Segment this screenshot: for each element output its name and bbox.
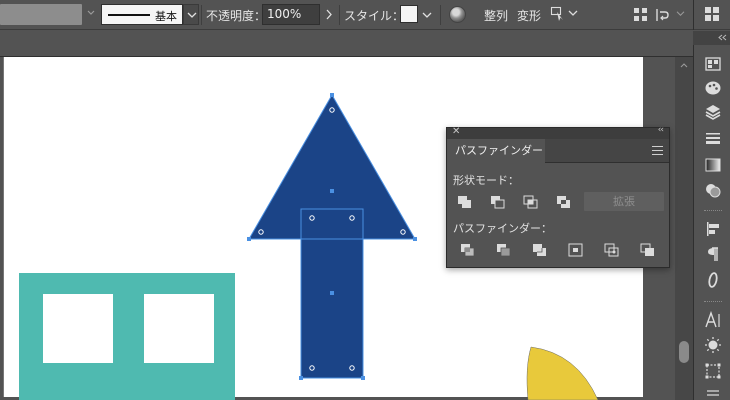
bounding-handle[interactable] [413,237,417,241]
panel-dock [693,45,730,400]
chevron-right-icon [326,9,332,20]
tab-pathfinder[interactable]: パスファインダー [447,139,545,163]
align-icon[interactable] [704,220,722,238]
panel-options-icon[interactable] [655,7,673,23]
trim-icon[interactable] [495,242,513,258]
double-chevron-left-icon [718,34,727,41]
transform-icon[interactable] [704,362,722,380]
intersect-icon[interactable] [522,194,540,210]
exclude-icon[interactable] [555,194,573,210]
center-point [330,291,334,295]
chevron-down-icon[interactable] [86,8,96,18]
center-point [330,189,334,193]
toolbar-divider [339,5,340,25]
control-bar: 基本 不透明度： 100% スタイル： 整列 変形 [0,0,730,30]
stroke-line-preview [108,14,150,16]
pathfinders-label: パスファインダー： [453,222,552,235]
layers-icon[interactable] [704,103,722,121]
chevron-down-icon[interactable] [568,9,578,17]
dock-group-separator [704,210,722,213]
illustrator-window: 基本 不透明度： 100% スタイル： 整列 変形 ✕ ‹‹ パスファインダー … [0,0,730,400]
anchor-point[interactable] [349,365,355,371]
chevron-down-icon[interactable] [676,10,685,17]
merge-icon[interactable] [531,242,549,258]
swatches-icon[interactable] [704,55,722,73]
toolbar-divider [440,5,441,25]
chevron-down-icon [422,12,432,18]
toolbar-divider [693,0,694,30]
expand-button[interactable]: 拡張 [584,192,664,211]
bounding-handle[interactable] [330,93,334,97]
divide-icon[interactable] [459,242,477,258]
vertical-scrollbar[interactable] [675,57,693,400]
anchor-point[interactable] [258,229,264,235]
scrollbar-thumb[interactable] [679,341,689,363]
recolor-artwork-icon[interactable] [449,6,466,23]
chevron-up-icon[interactable] [680,62,688,68]
stroke-profile-chevron[interactable] [183,4,199,25]
bounding-handle[interactable] [299,376,303,380]
minus-back-icon[interactable] [639,242,657,258]
arrange-documents-icon[interactable] [634,8,647,21]
panel-title-bar[interactable]: ✕ ‹‹ [447,125,669,139]
symbols-icon[interactable] [704,336,722,354]
fill-stroke-selector[interactable] [0,4,82,25]
paragraph-icon[interactable] [704,245,722,263]
close-icon[interactable]: ✕ [452,126,460,137]
stroke-icon[interactable] [704,129,722,147]
bounding-handle[interactable] [247,237,251,241]
panel-tab-row: パスファインダー [447,139,669,163]
stroke-profile-label: 基本 [155,10,177,23]
opacity-label[interactable]: 不透明度： [206,7,266,24]
toolbar-divider [201,5,202,25]
dock-group-separator [704,301,722,304]
teal-frame-window-right [144,294,214,363]
anchor-point[interactable] [309,215,315,221]
collapse-panel-icon[interactable]: ‹‹ [658,125,664,135]
opacity-slider-button[interactable] [321,4,337,25]
style-label: スタイル： [344,9,405,23]
anchor-point[interactable] [309,365,315,371]
graphic-style-swatch[interactable] [400,5,418,23]
gradient-icon[interactable] [704,156,722,174]
stroke-profile-dropdown[interactable]: 基本 [101,4,183,25]
workspace-switcher-icon[interactable] [704,6,720,22]
brushes-icon[interactable] [704,79,722,97]
anchor-point[interactable] [349,215,355,221]
minus-front-icon[interactable] [489,194,507,210]
align-button[interactable]: 整列 [484,7,508,24]
shape-modes-label: 形状モード： [453,174,519,187]
bounding-handle[interactable] [361,376,365,380]
dock-collapse-handle[interactable] [693,31,730,45]
transform-button[interactable]: 変形 [517,7,541,24]
crop-icon[interactable] [567,242,585,258]
panel-menu-icon[interactable] [652,146,663,155]
opacity-input[interactable]: 100% [262,4,320,25]
teal-frame-window-left [43,294,113,363]
unite-icon[interactable] [456,194,474,210]
document-tab-strip [0,31,693,57]
chevron-down-icon [187,12,197,18]
opentype-icon[interactable] [704,271,722,289]
outline-icon[interactable] [603,242,621,258]
pathfinder-panel: ✕ ‹‹ パスファインダー 形状モード： 拡張 パスファインダー： [446,125,670,268]
yellow-shape[interactable] [526,346,599,400]
anchor-point[interactable] [329,107,335,113]
transparency-icon[interactable] [704,181,722,199]
anchor-point[interactable] [400,229,406,235]
more-icon[interactable] [704,387,722,397]
style-dropdown-chevron[interactable] [419,5,435,24]
character-icon[interactable] [704,311,722,329]
isolate-transform-icon[interactable] [550,6,566,22]
